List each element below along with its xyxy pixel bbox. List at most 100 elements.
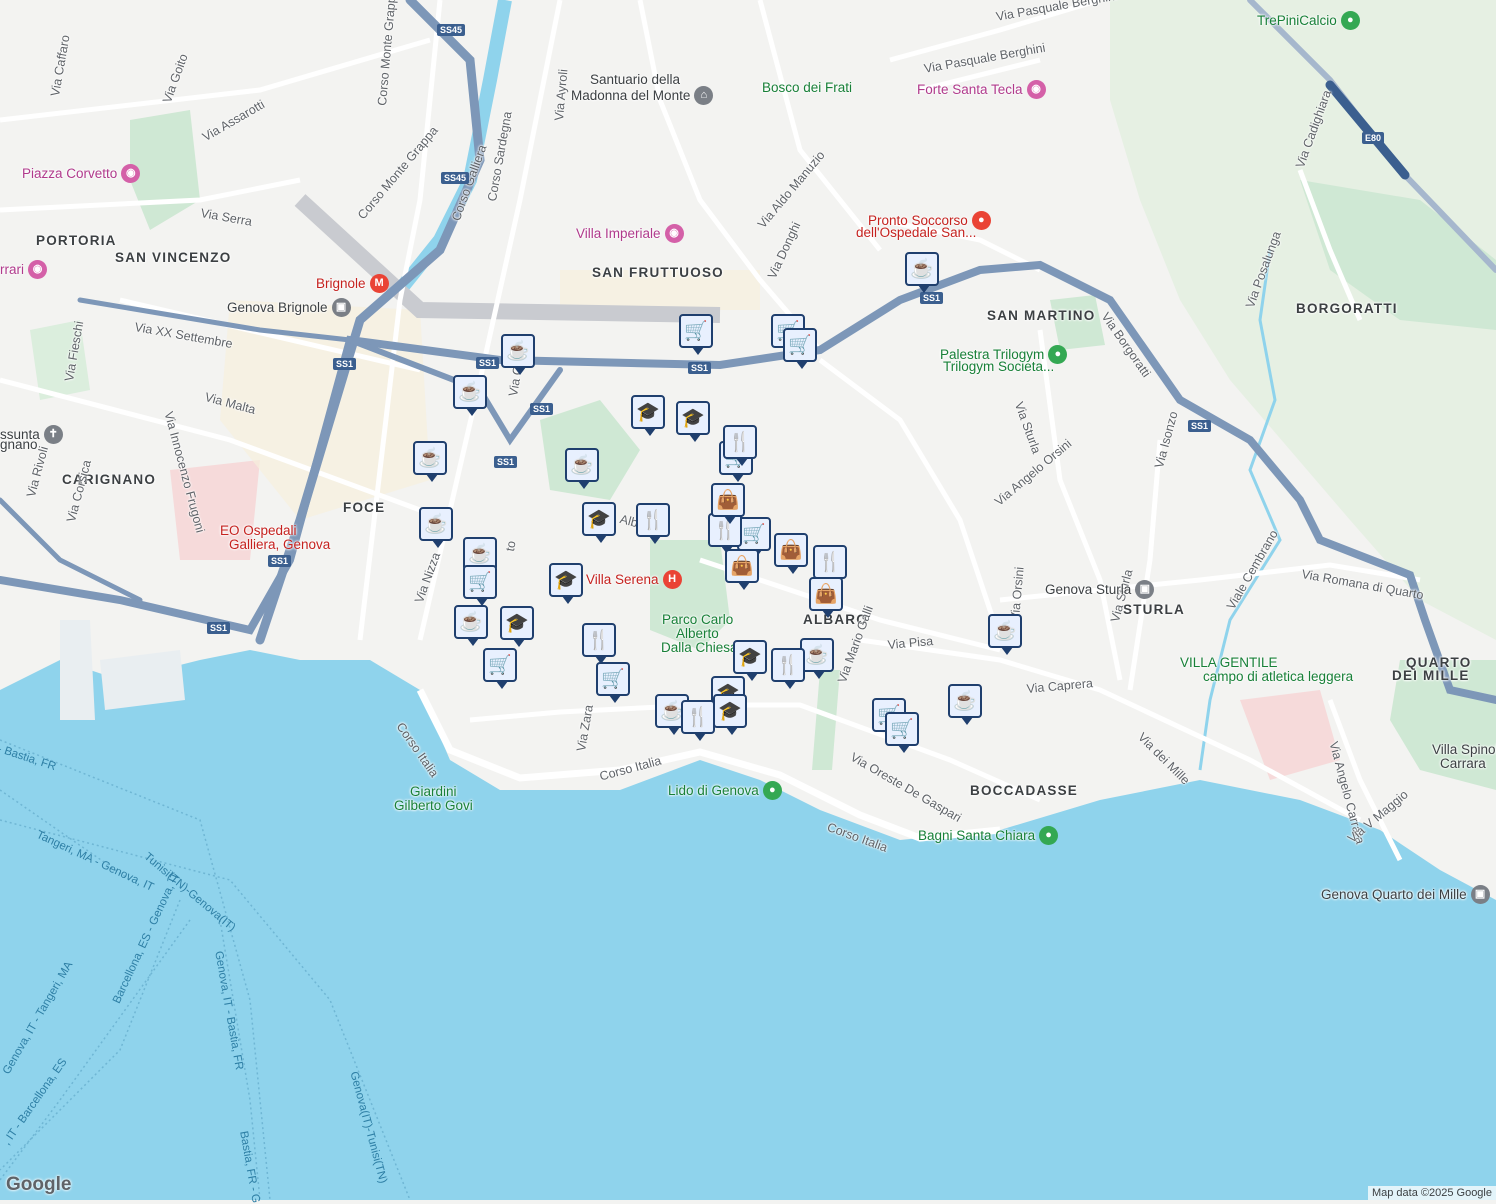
poi-label: Galliera, Genova (229, 537, 331, 552)
camera-icon: ◉ (1026, 80, 1046, 99)
graduation-cap-icon: 🎓 (587, 508, 611, 530)
marker-cafe[interactable]: ☕ (419, 507, 453, 548)
poi-giardini-1[interactable]: Giardini (410, 784, 457, 799)
marker-bag[interactable]: 👜 (774, 533, 808, 574)
poi-brignole[interactable]: Brignole M (316, 274, 389, 293)
area-label-san-vincenzo: SAN VINCENZO (115, 250, 232, 265)
road-shield: E80 (1362, 132, 1385, 144)
fork-knife-icon: 🍴 (818, 551, 842, 573)
poi-villa-spinola-1[interactable]: Villa Spinol (1432, 742, 1496, 757)
marker-cafe[interactable]: ☕ (501, 334, 535, 375)
marker-bag[interactable]: 👜 (725, 549, 759, 590)
poi-palestra-2[interactable]: Trilogym Societa... (943, 359, 1054, 374)
marker-school[interactable]: 🎓 (676, 401, 710, 442)
road-shield: SS45 (441, 172, 470, 184)
poi-bosco-dei-frati[interactable]: Bosco dei Frati (762, 80, 852, 95)
marker-restaurant[interactable]: 🍴 (681, 700, 715, 741)
marker-cafe[interactable]: ☕ (565, 448, 599, 489)
road-shield: SS1 (530, 403, 554, 415)
poi-rrari[interactable]: rrari ◉ (0, 260, 47, 279)
camera-icon: ◉ (664, 224, 684, 243)
poi-label: gnano (0, 437, 38, 452)
marker-shopping[interactable]: 🛒 (783, 328, 817, 369)
google-logo: Google (6, 1174, 72, 1195)
marker-shopping[interactable]: 🛒 (463, 565, 497, 606)
road-shield: SS1 (333, 358, 357, 370)
marker-bag[interactable]: 👜 (711, 483, 745, 524)
poi-giardini-2[interactable]: Gilberto Govi (394, 798, 473, 813)
poi-label: EO Ospedali (220, 523, 297, 538)
poi-galliera-2[interactable]: Galliera, Genova (229, 537, 330, 552)
poi-villa-gentile-1[interactable]: VILLA GENTILE (1180, 655, 1278, 670)
poi-label: Genova Sturla (1045, 582, 1132, 597)
poi-trepinicalcio[interactable]: TrePiniCalcio ● (1257, 11, 1360, 30)
train-icon: ▣ (1135, 580, 1155, 599)
area-label-quarto-2: DEI MILLE (1392, 668, 1470, 683)
marker-cafe[interactable]: ☕ (453, 375, 487, 416)
marker-cafe[interactable]: ☕ (948, 684, 982, 725)
road-shield: SS1 (494, 456, 518, 468)
area-label-san-fruttuoso: SAN FRUTTUOSO (592, 265, 724, 280)
poi-label: Parco Carlo (662, 612, 734, 627)
poi-genova-sturla[interactable]: Genova Sturla ▣ (1045, 580, 1155, 599)
poi-label: Bagni Santa Chiara (918, 828, 1036, 843)
marker-cafe[interactable]: ☕ (905, 252, 939, 293)
poi-lido[interactable]: Lido di Genova ● (668, 781, 782, 800)
poi-label: Villa Spinol (1432, 742, 1496, 757)
poi-parco-2[interactable]: Alberto (676, 626, 719, 641)
poi-assunta-2[interactable]: gnano (0, 437, 38, 452)
poi-parco-1[interactable]: Parco Carlo (662, 612, 733, 627)
marker-restaurant[interactable]: 🍴 (723, 425, 757, 466)
marker-shopping[interactable]: 🛒 (737, 517, 771, 558)
poi-label: Villa Imperiale (576, 226, 661, 241)
marker-shopping[interactable]: 🛒 (596, 662, 630, 703)
poi-santuario-2[interactable]: Madonna del Monte ⌂ (571, 86, 714, 105)
poi-villa-imperiale[interactable]: Villa Imperiale ◉ (576, 224, 684, 243)
graduation-cap-icon: 🎓 (554, 569, 578, 591)
area-label-foce: FOCE (343, 500, 386, 515)
poi-quarto-station[interactable]: Genova Quarto dei Mille ▣ (1321, 885, 1490, 904)
marker-cafe[interactable]: ☕ (800, 638, 834, 679)
graduation-cap-icon: 🎓 (738, 646, 762, 668)
marker-shopping[interactable]: 🛒 (483, 648, 517, 689)
road-shield: SS1 (1188, 420, 1212, 432)
road-shield: SS1 (688, 362, 712, 374)
poi-label: Bosco dei Frati (762, 80, 853, 95)
camera-icon: ◉ (28, 260, 47, 279)
poi-bagni[interactable]: Bagni Santa Chiara ● (918, 826, 1059, 845)
marker-restaurant[interactable]: 🍴 (636, 503, 670, 544)
poi-villa-serena[interactable]: Villa Serena H (586, 570, 682, 589)
marker-shopping[interactable]: 🛒 (885, 712, 919, 753)
poi-pronto-soccorso-2[interactable]: dell'Ospedale San... (856, 225, 976, 240)
poi-genova-brignole[interactable]: Genova Brignole ▣ (227, 298, 351, 317)
marker-school[interactable]: 🎓 (733, 640, 767, 681)
poi-villa-gentile-2[interactable]: campo di atletica leggera (1203, 669, 1353, 684)
marker-cafe[interactable]: ☕ (413, 441, 447, 482)
poi-label: Santuario della (590, 72, 681, 87)
poi-villa-spinola-2[interactable]: Carrara (1440, 756, 1486, 771)
shopping-bag-icon: 👜 (716, 489, 740, 511)
marker-school[interactable]: 🎓 (500, 606, 534, 647)
fork-knife-icon: 🍴 (728, 431, 752, 453)
metro-icon: M (369, 274, 389, 293)
marker-cafe[interactable]: ☕ (988, 614, 1022, 655)
marker-shopping[interactable]: 🛒 (679, 314, 713, 355)
marker-restaurant[interactable]: 🍴 (813, 545, 847, 586)
poi-piazza-corvetto[interactable]: Piazza Corvetto ◉ (22, 164, 141, 183)
poi-label: Madonna del Monte (571, 88, 691, 103)
marker-restaurant[interactable]: 🍴 (771, 648, 805, 689)
marker-school[interactable]: 🎓 (549, 563, 583, 604)
marker-bag[interactable]: 👜 (809, 577, 843, 618)
poi-forte-santa-tecla[interactable]: Forte Santa Tecla ◉ (917, 80, 1046, 99)
marker-restaurant[interactable]: 🍴 (582, 623, 616, 664)
graduation-cap-icon: 🎓 (636, 401, 660, 423)
train-icon: ▣ (331, 298, 351, 317)
marker-cafe[interactable]: ☕ (454, 605, 488, 646)
poi-galliera-1[interactable]: EO Ospedali (220, 523, 297, 538)
poi-santuario-1[interactable]: Santuario della (590, 72, 680, 87)
marker-school[interactable]: 🎓 (631, 395, 665, 436)
coffee-cup-icon: ☕ (459, 611, 483, 633)
poi-parco-3[interactable]: Dalla Chiesa (661, 640, 738, 655)
marker-school[interactable]: 🎓 (713, 694, 747, 735)
marker-school[interactable]: 🎓 (582, 502, 616, 543)
